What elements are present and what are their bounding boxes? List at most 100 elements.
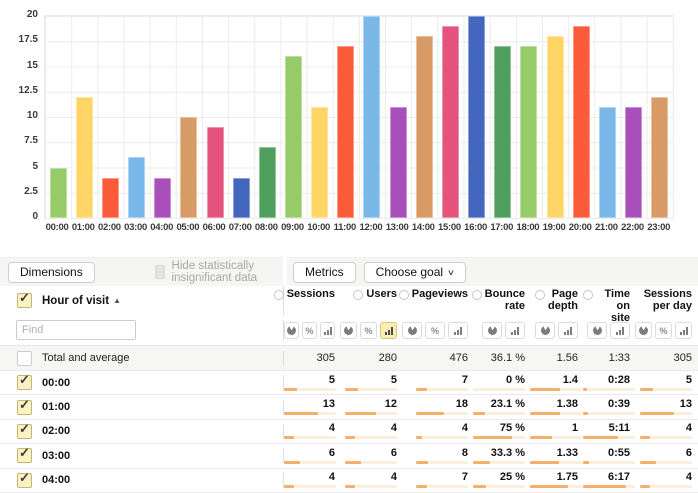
row-label-cell: ✓ 01:00 [0,400,284,415]
bar-13:00[interactable] [390,107,407,218]
x-tick-label: 00:00 [44,222,70,233]
bar-18:00[interactable] [520,46,537,218]
row-hour-label[interactable]: 01:00 [42,401,70,413]
pie-chart-icon-button[interactable] [635,322,652,339]
row-checkbox[interactable]: ✓ [17,448,32,463]
minibar-fill [345,388,358,391]
total-row-label: Total and average [42,352,129,364]
metric-header-label[interactable]: Sessionsper day [644,288,692,312]
bar-00:00[interactable] [50,168,67,219]
bar-chart-icon-button[interactable] [448,322,468,339]
metric-value: 7 [402,375,468,386]
bar-16:00[interactable] [468,16,485,218]
metric-header-label[interactable]: Pageviews [412,288,468,300]
metric-header-label[interactable]: Bouncerate [485,288,525,312]
metric-header-wrap: Users [340,286,397,300]
bar-01:00[interactable] [76,97,93,218]
pie-chart-icon-button[interactable] [402,322,422,339]
bar-chart-icon-button[interactable] [558,322,578,339]
metric-header-label[interactable]: Pagedepth [548,288,578,312]
total-row-checkbox[interactable] [17,351,32,366]
bar-11:00[interactable] [337,46,354,218]
metric-radio[interactable] [274,290,284,300]
row-hour-label[interactable]: 03:00 [42,450,70,462]
x-tick-label: 14:00 [410,222,436,233]
bar-chart-icon-button[interactable] [320,322,335,339]
bar-06:00[interactable] [207,127,224,218]
hide-insignificant-checkbox[interactable] [155,265,165,279]
pie-chart-icon-button[interactable] [340,322,357,339]
bar-chart-icon-button[interactable] [675,322,692,339]
bar-09:00[interactable] [285,56,302,218]
row-checkbox[interactable]: ✓ [17,375,32,390]
pie-chart-icon-button[interactable] [482,322,502,339]
pie-chart-icon-button[interactable] [535,322,555,339]
bar-15:00[interactable] [442,26,459,218]
select-all-checkbox[interactable]: ✓ [17,293,32,308]
x-tick-label: 22:00 [619,222,645,233]
row-hour-label[interactable]: 02:00 [42,425,70,437]
bar-chart-icon-button[interactable] [610,322,630,339]
metric-header-page: Pagedepth [530,286,583,315]
metric-header-pageviews: Pageviews [402,286,473,315]
minibar-fill [583,461,589,464]
metric-header-label[interactable]: Timeon site [596,288,630,324]
percent-icon-button[interactable]: % [655,322,672,339]
dimension-header-label[interactable]: Hour of visit [42,295,109,307]
minibar-fill [530,388,560,391]
metric-value: 6 [340,448,397,459]
bar-chart-icon-button[interactable] [505,322,525,339]
bar-04:00[interactable] [154,178,171,218]
metric-radio[interactable] [472,290,482,300]
metric-value-cell: 7 [402,375,473,391]
row-hour-label[interactable]: 04:00 [42,474,70,486]
pie-chart-icon-button[interactable] [284,322,299,339]
metric-value: 4 [635,472,692,483]
row-hour-label[interactable]: 00:00 [42,377,70,389]
row-checkbox[interactable]: ✓ [17,400,32,415]
bar-17:00[interactable] [494,46,511,218]
bar-21:00[interactable] [599,107,616,218]
bar-22:00[interactable] [625,107,642,218]
row-checkbox[interactable]: ✓ [17,424,32,439]
total-value-cell: 305 [284,352,340,364]
bar-23:00[interactable] [651,97,668,218]
bar-19:00[interactable] [547,36,564,218]
sort-asc-icon[interactable]: ▲ [113,296,121,305]
bar-20:00[interactable] [573,26,590,218]
minibar-track [640,461,692,464]
minibar-track [416,412,468,415]
bar-07:00[interactable] [233,178,250,218]
y-axis-labels: 2017.51512.5107.552.50 [0,0,38,212]
dimensions-button[interactable]: Dimensions [8,262,95,283]
y-tick-label: 17.5 [0,35,38,45]
bar-10:00[interactable] [311,107,328,218]
bar-chart-icon-button[interactable] [380,322,397,339]
bar-08:00[interactable] [259,147,276,218]
minibar-track [530,412,582,415]
bar-03:00[interactable] [128,157,145,218]
hourly-bar-chart: 2017.51512.5107.552.50 00:0001:0002:0003… [0,0,698,236]
metric-radio[interactable] [353,290,363,300]
percent-icon-button[interactable]: % [302,322,317,339]
metric-icons-cell [583,321,635,339]
metric-radio[interactable] [399,290,409,300]
find-input[interactable] [16,320,136,340]
metric-radio[interactable] [583,290,593,300]
percent-icon-button[interactable]: % [425,322,445,339]
bar-slot [647,16,673,218]
bar-02:00[interactable] [102,178,119,218]
metric-header-label[interactable]: Users [366,288,397,300]
metric-value-cell: 5 [635,375,697,391]
metric-header-label[interactable]: Sessions [287,288,335,300]
metric-value-cell: 1 [530,423,583,439]
bar-05:00[interactable] [180,117,197,218]
percent-icon-button[interactable]: % [360,322,377,339]
metric-radio[interactable] [535,290,545,300]
bar-12:00[interactable] [363,16,380,218]
bar-slot [594,16,620,218]
pie-chart-icon-button[interactable] [587,322,607,339]
metrics-button[interactable]: Metrics [293,262,356,283]
choose-goal-button[interactable]: Choose goal ∨ [364,262,466,283]
bar-14:00[interactable] [416,36,433,218]
